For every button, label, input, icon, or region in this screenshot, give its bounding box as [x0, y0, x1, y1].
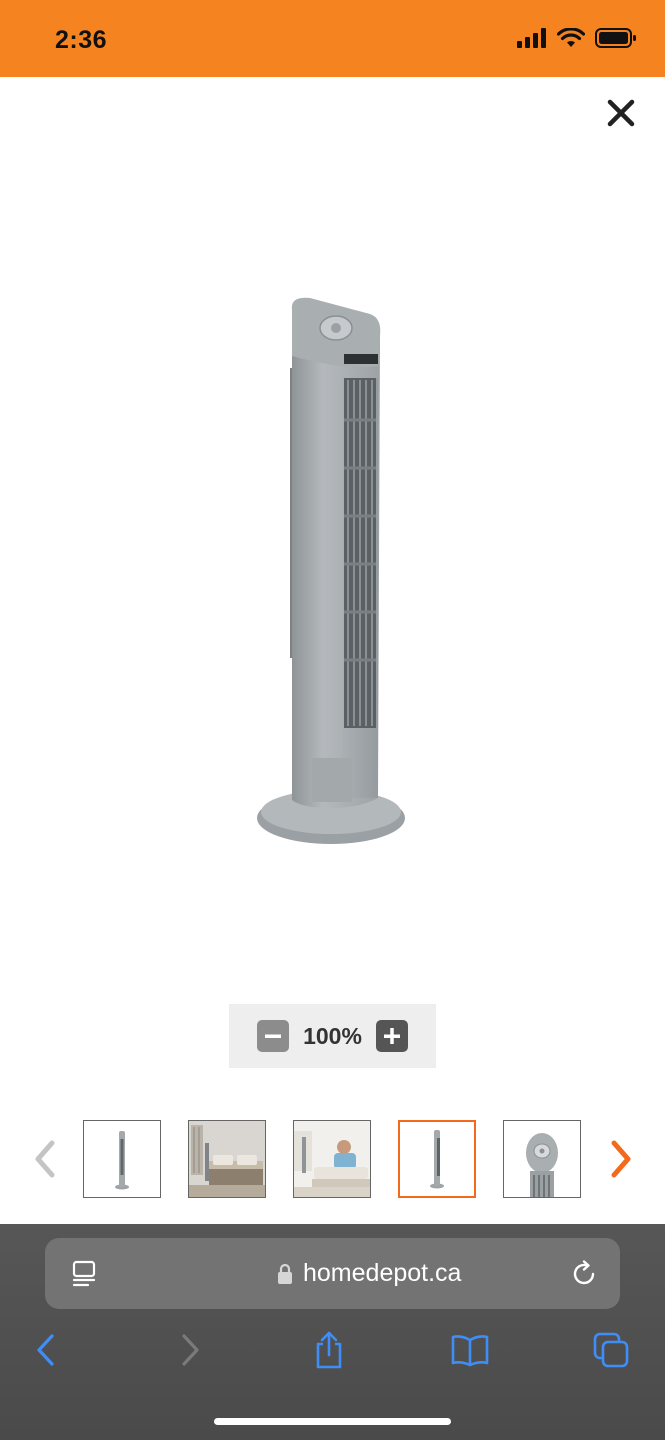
thumbnail-tower-fan-living-room[interactable] — [293, 1120, 371, 1198]
zoom-in-button[interactable] — [375, 1020, 408, 1052]
tabs-button[interactable] — [589, 1328, 633, 1372]
signal-icon — [517, 28, 546, 48]
url-text: homedepot.ca — [303, 1259, 462, 1287]
zoom-level: 100% — [303, 1022, 362, 1049]
zoom-out-button[interactable] — [257, 1020, 290, 1052]
plus-icon — [383, 1028, 400, 1044]
product-image — [257, 297, 405, 844]
share-icon — [316, 1331, 342, 1369]
chevron-left-icon — [35, 1140, 55, 1178]
previous-image-button[interactable] — [30, 1139, 60, 1179]
tabs-icon — [593, 1332, 629, 1368]
living-room-scene-image — [294, 1121, 370, 1197]
status-icons — [517, 28, 637, 48]
reader-icon[interactable] — [71, 1260, 99, 1288]
zoom-control: 100% — [229, 1004, 436, 1068]
thumbnail-tower-fan-side[interactable] — [398, 1120, 476, 1198]
close-button[interactable] — [600, 92, 642, 134]
bookmarks-button[interactable] — [448, 1328, 492, 1372]
minus-icon — [265, 1034, 282, 1038]
bedroom-scene-image — [189, 1121, 265, 1197]
next-image-button[interactable] — [606, 1139, 636, 1179]
control-panel-image — [526, 1133, 558, 1197]
status-bar: 2:36 — [0, 0, 665, 77]
back-button[interactable] — [24, 1328, 68, 1372]
tower-fan-front-image — [115, 1131, 129, 1190]
browser-toolbar: homedepot.ca — [0, 1224, 665, 1440]
home-indicator[interactable] — [214, 1418, 451, 1425]
thumbnail-tower-fan-bedroom[interactable] — [188, 1120, 266, 1198]
back-icon — [37, 1334, 54, 1366]
reload-icon[interactable] — [569, 1259, 599, 1289]
status-time: 2:36 — [55, 26, 108, 54]
close-icon — [607, 99, 635, 127]
thumbnail-tower-fan-front[interactable] — [83, 1120, 161, 1198]
address-bar[interactable]: homedepot.ca — [45, 1238, 620, 1309]
forward-icon — [182, 1334, 199, 1366]
thumbnail-strip — [0, 1119, 665, 1199]
thumbnail-tower-fan-control-panel[interactable] — [503, 1120, 581, 1198]
wifi-icon — [557, 28, 585, 47]
bookmarks-icon — [451, 1335, 489, 1367]
forward-button[interactable] — [168, 1328, 212, 1372]
share-button[interactable] — [307, 1328, 351, 1372]
chevron-right-icon — [611, 1140, 631, 1178]
tower-fan-side-image — [430, 1130, 444, 1189]
battery-icon — [595, 28, 636, 48]
lock-icon — [278, 1263, 292, 1284]
